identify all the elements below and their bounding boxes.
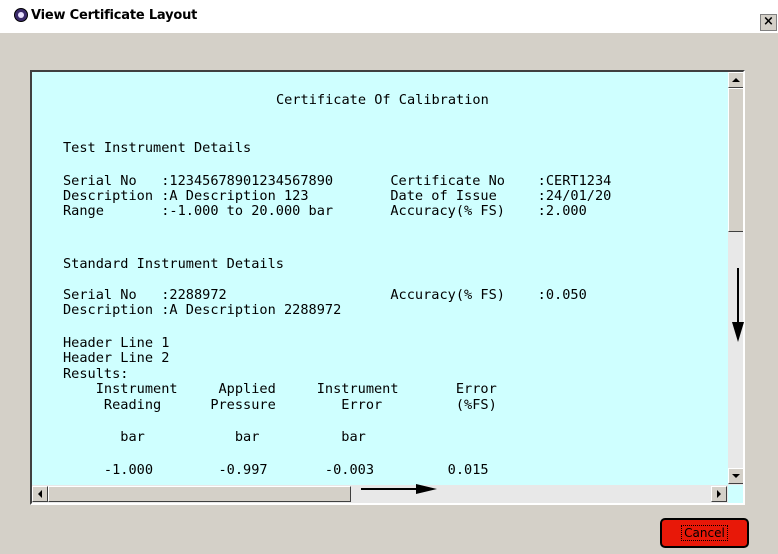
standard-detail-line: Description :A Description 2288972 <box>63 302 342 318</box>
up-arrow-icon <box>732 78 740 82</box>
results-data-row: -1.000 -0.997 -0.003 0.015 <box>63 462 489 478</box>
results-label: Results: <box>63 366 129 382</box>
scroll-right-button[interactable] <box>711 486 727 502</box>
test-detail-line: Range :-1.000 to 20.000 bar Accuracy(% F… <box>63 203 587 219</box>
standard-instrument-heading: Standard Instrument Details <box>63 256 284 272</box>
certificate-viewer[interactable]: Certificate Of Calibration Test Instrume… <box>30 70 745 505</box>
test-detail-line: Description :A Description 123 Date of I… <box>63 188 612 204</box>
results-column-header: Instrument Applied Instrument Error <box>63 381 497 397</box>
title-bar: View Certificate Layout × <box>0 0 778 33</box>
header-line: Header Line 1 <box>63 335 170 351</box>
scroll-left-button[interactable] <box>32 486 48 502</box>
scrollbar-corner <box>728 485 743 503</box>
certificate-document: Certificate Of Calibration Test Instrume… <box>32 72 728 485</box>
scroll-down-button[interactable] <box>728 468 743 484</box>
horizontal-scroll-thumb[interactable] <box>48 486 351 502</box>
test-detail-line: Serial No :12345678901234567890 Certific… <box>63 173 612 189</box>
horizontal-scrollbar[interactable] <box>32 485 728 503</box>
cancel-button-label: Cancel <box>681 525 728 541</box>
scroll-up-button[interactable] <box>728 72 743 88</box>
close-button[interactable]: × <box>760 14 777 31</box>
cancel-button[interactable]: Cancel <box>660 518 749 548</box>
results-column-header: Reading Pressure Error (%FS) <box>63 397 497 413</box>
standard-detail-line: Serial No :2288972 Accuracy(% FS) :0.050 <box>63 287 587 303</box>
down-arrow-icon <box>732 474 740 478</box>
units-row: bar bar bar <box>63 429 366 445</box>
vertical-scroll-thumb[interactable] <box>728 88 743 232</box>
test-instrument-heading: Test Instrument Details <box>63 140 252 156</box>
left-arrow-icon <box>38 490 42 498</box>
header-line: Header Line 2 <box>63 350 170 366</box>
vertical-scrollbar[interactable] <box>728 72 743 485</box>
certificate-title: Certificate Of Calibration <box>276 92 489 108</box>
window-title: View Certificate Layout <box>31 8 198 23</box>
right-arrow-icon <box>717 490 721 498</box>
app-icon <box>14 8 28 22</box>
